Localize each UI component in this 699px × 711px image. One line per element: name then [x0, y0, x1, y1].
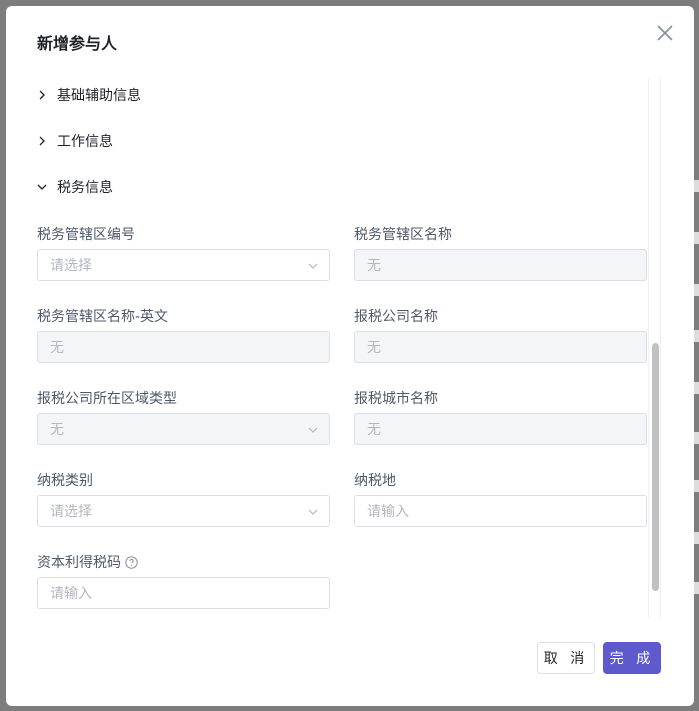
scrollbar[interactable] — [648, 78, 661, 618]
tax-district-name-field: 无 — [354, 249, 647, 281]
field-value: 无 — [50, 340, 64, 356]
section-work-info[interactable]: 工作信息 — [37, 130, 113, 152]
chevron-down-icon — [308, 263, 318, 269]
tax-company-region-type-label: 报税公司所在区域类型 — [37, 391, 177, 407]
finish-button[interactable]: 完 成 — [603, 642, 661, 674]
section-basic-auxiliary-info[interactable]: 基础辅助信息 — [37, 84, 141, 106]
tax-district-name-label: 税务管辖区名称 — [354, 227, 452, 243]
tax-category-label: 纳税类别 — [37, 473, 93, 489]
chevron-right-icon — [39, 90, 45, 100]
close-button[interactable] — [654, 22, 676, 44]
field-value: 无 — [367, 422, 381, 438]
section-label: 基础辅助信息 — [57, 88, 141, 104]
tax-company-name-field: 无 — [354, 331, 647, 363]
chevron-right-icon — [39, 136, 45, 146]
close-icon — [657, 25, 673, 41]
tax-district-name-en-field: 无 — [37, 331, 330, 363]
tax-category-select[interactable]: 请选择 — [37, 495, 330, 527]
field-value: 无 — [50, 422, 64, 438]
field-label-text: 资本利得税码 — [37, 555, 121, 571]
capital-gains-tax-code-label: 资本利得税码 — [37, 552, 138, 572]
help-circle-icon[interactable] — [125, 555, 138, 569]
chevron-down-icon — [308, 427, 318, 433]
capital-gains-tax-code-input[interactable]: 请输入 — [37, 577, 330, 609]
field-value: 无 — [367, 258, 381, 274]
section-tax-info[interactable]: 税务信息 — [37, 176, 113, 198]
tax-district-code-select[interactable]: 请选择 — [37, 249, 330, 281]
cancel-button[interactable]: 取 消 — [537, 642, 595, 674]
chevron-down-icon — [308, 509, 318, 515]
section-label: 税务信息 — [57, 180, 113, 196]
tax-city-name-field: 无 — [354, 413, 647, 445]
select-placeholder: 请选择 — [50, 258, 92, 274]
tax-city-name-label: 报税城市名称 — [354, 391, 438, 407]
tax-company-name-label: 报税公司名称 — [354, 309, 438, 325]
scrollbar-thumb[interactable] — [652, 343, 659, 591]
tax-company-region-type-select: 无 — [37, 413, 330, 445]
chevron-down-icon — [37, 184, 47, 190]
select-placeholder: 请选择 — [50, 504, 92, 520]
tax-location-label: 纳税地 — [354, 473, 396, 489]
add-participant-dialog: 新增参与人 基础辅助信息 工作信息 税务信息 税务管辖区编号 请选择 税务管辖区… — [6, 6, 694, 706]
input-placeholder: 请输入 — [50, 586, 92, 602]
field-value: 无 — [367, 340, 381, 356]
tax-district-code-label: 税务管辖区编号 — [37, 227, 135, 243]
dialog-title: 新增参与人 — [37, 34, 118, 53]
input-placeholder: 请输入 — [367, 504, 409, 520]
tax-district-name-en-label: 税务管辖区名称-英文 — [37, 309, 169, 325]
tax-location-input[interactable]: 请输入 — [354, 495, 647, 527]
section-label: 工作信息 — [57, 134, 113, 150]
dialog-body[interactable]: 基础辅助信息 工作信息 税务信息 税务管辖区编号 请选择 税务管辖区名称 无 税… — [6, 78, 662, 618]
